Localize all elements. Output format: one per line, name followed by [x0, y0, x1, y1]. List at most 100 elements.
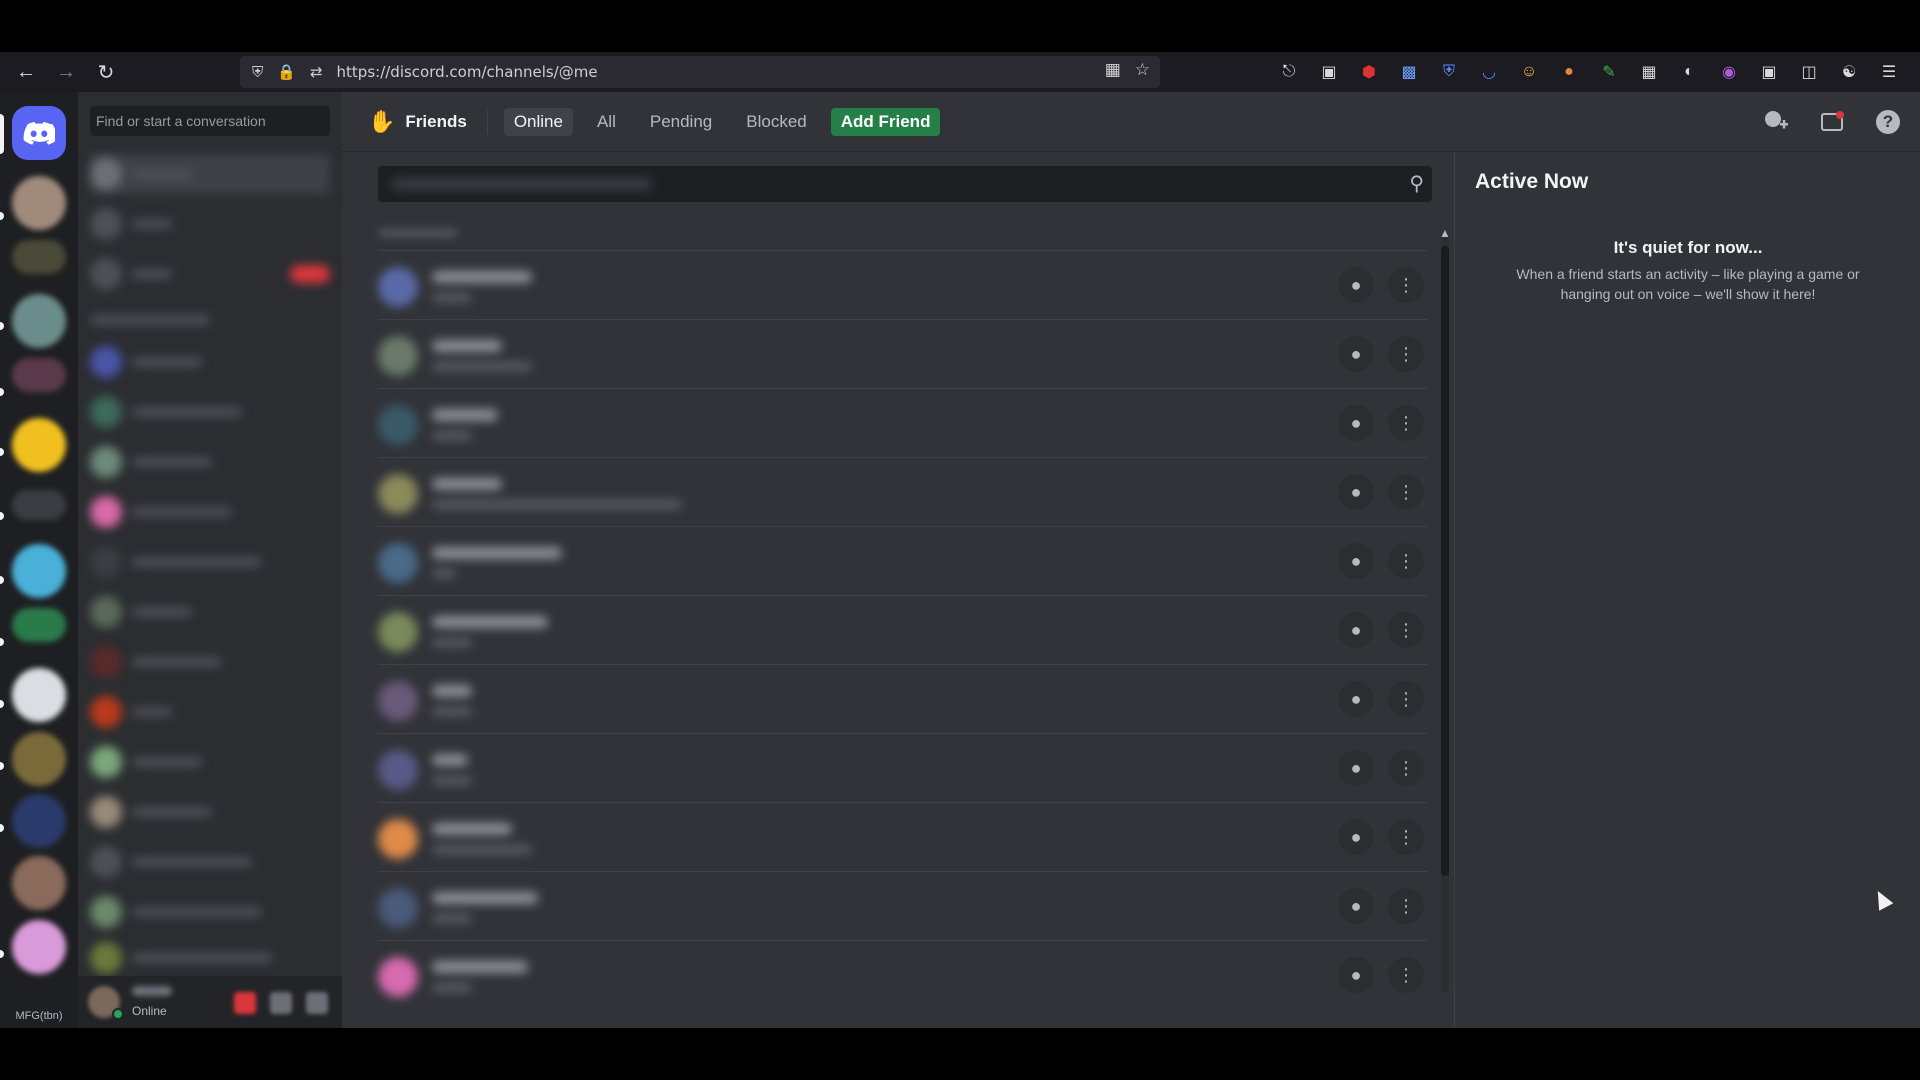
- list-item[interactable]: [90, 492, 232, 532]
- list-item[interactable]: [90, 204, 172, 244]
- more-options-icon[interactable]: ⋮: [1388, 681, 1424, 717]
- conversation-search-input[interactable]: Find or start a conversation: [90, 106, 330, 136]
- tampermonkey-icon[interactable]: ●: [1555, 58, 1583, 86]
- list-item[interactable]: [90, 254, 330, 294]
- back-arrow-icon[interactable]: ←: [6, 52, 46, 92]
- tab-pending[interactable]: Pending: [640, 108, 722, 136]
- table-row[interactable]: ● ⋮: [378, 940, 1428, 1009]
- qr-code-icon[interactable]: ▦: [1105, 60, 1121, 80]
- server-icon[interactable]: [12, 856, 66, 910]
- add-friend-button[interactable]: Add Friend: [830, 107, 941, 136]
- server-icon[interactable]: [12, 490, 66, 520]
- emoji-extension-icon[interactable]: ☺: [1515, 58, 1543, 86]
- contrast-icon[interactable]: ◐: [1675, 58, 1703, 86]
- message-icon[interactable]: ●: [1338, 819, 1374, 855]
- permissions-icon[interactable]: ⇄: [310, 63, 323, 81]
- list-item[interactable]: [90, 392, 242, 432]
- reload-icon[interactable]: ↻: [86, 52, 126, 92]
- server-icon[interactable]: [12, 732, 66, 786]
- scroll-up-arrow-icon[interactable]: ▲: [1439, 226, 1451, 240]
- list-item[interactable]: [90, 342, 202, 382]
- bookmark-star-icon[interactable]: ☆: [1135, 60, 1150, 80]
- settings-gear-icon[interactable]: [306, 992, 328, 1014]
- more-options-icon[interactable]: ⋮: [1388, 957, 1424, 993]
- extensions-puzzle-icon[interactable]: ▣: [1315, 58, 1343, 86]
- scroll-thumb[interactable]: [1441, 246, 1449, 876]
- sidebar-icon[interactable]: ◫: [1795, 58, 1823, 86]
- table-row[interactable]: ● ⋮: [378, 250, 1428, 319]
- server-icon[interactable]: [12, 240, 66, 274]
- list-item[interactable]: [90, 792, 212, 832]
- message-icon[interactable]: ●: [1338, 957, 1374, 993]
- list-item[interactable]: [90, 154, 330, 194]
- tab-all[interactable]: All: [587, 108, 626, 136]
- more-options-icon[interactable]: ⋮: [1388, 750, 1424, 786]
- server-icon[interactable]: [12, 418, 66, 472]
- server-icon[interactable]: [12, 608, 66, 642]
- more-options-icon[interactable]: ⋮: [1388, 405, 1424, 441]
- table-row[interactable]: ● ⋮: [378, 802, 1428, 871]
- address-bar[interactable]: ⛨ 🔒 ⇄ https://discord.com/channels/@me ▦…: [240, 56, 1160, 88]
- table-row[interactable]: ● ⋮: [378, 388, 1428, 457]
- table-row[interactable]: ● ⋮: [378, 319, 1428, 388]
- message-icon[interactable]: ●: [1338, 612, 1374, 648]
- server-icon[interactable]: [12, 176, 66, 230]
- server-icon[interactable]: [12, 668, 66, 722]
- friends-search-input[interactable]: ⚲: [378, 166, 1432, 202]
- table-row[interactable]: ● ⋮: [378, 871, 1428, 940]
- hamburger-menu-icon[interactable]: ☰: [1875, 58, 1903, 86]
- privacy-badger-icon[interactable]: ◉: [1715, 58, 1743, 86]
- message-icon[interactable]: ●: [1338, 405, 1374, 441]
- direct-messages-home-button[interactable]: [12, 106, 66, 160]
- mute-microphone-icon[interactable]: [234, 992, 256, 1014]
- message-icon[interactable]: ●: [1338, 681, 1374, 717]
- message-icon[interactable]: ●: [1338, 543, 1374, 579]
- message-icon[interactable]: ●: [1338, 474, 1374, 510]
- table-row[interactable]: ● ⋮: [378, 457, 1428, 526]
- more-options-icon[interactable]: ⋮: [1388, 336, 1424, 372]
- list-item[interactable]: [90, 842, 252, 882]
- list-item[interactable]: [90, 742, 202, 782]
- server-icon[interactable]: [12, 358, 66, 392]
- server-icon[interactable]: [12, 544, 66, 598]
- tab-online[interactable]: Online: [503, 107, 573, 136]
- forward-arrow-icon[interactable]: →: [46, 52, 86, 92]
- grid-apps-icon[interactable]: ▦: [1635, 58, 1663, 86]
- ublock-origin-icon[interactable]: ⬢: [1355, 58, 1383, 86]
- table-row[interactable]: ● ⋮: [378, 664, 1428, 733]
- server-icon[interactable]: [12, 794, 66, 848]
- more-options-icon[interactable]: ⋮: [1388, 819, 1424, 855]
- table-row[interactable]: ● ⋮: [378, 733, 1428, 802]
- headphones-icon[interactable]: [270, 992, 292, 1014]
- server-icon[interactable]: [12, 920, 66, 974]
- list-item[interactable]: [90, 692, 172, 732]
- message-icon[interactable]: ●: [1338, 336, 1374, 372]
- url-text[interactable]: https://discord.com/channels/@me: [337, 63, 598, 81]
- message-icon[interactable]: ●: [1338, 888, 1374, 924]
- more-options-icon[interactable]: ⋮: [1388, 612, 1424, 648]
- shield-icon[interactable]: ⛨: [252, 64, 263, 81]
- list-item[interactable]: [90, 542, 262, 582]
- more-options-icon[interactable]: ⋮: [1388, 474, 1424, 510]
- translate-icon[interactable]: ▩: [1395, 58, 1423, 86]
- list-item[interactable]: [90, 642, 222, 682]
- server-icon[interactable]: [12, 294, 66, 348]
- friends-scrollbar[interactable]: ▲: [1437, 226, 1451, 992]
- help-icon[interactable]: ?: [1874, 108, 1902, 136]
- list-item[interactable]: [90, 442, 212, 482]
- list-item[interactable]: [90, 592, 192, 632]
- list-item[interactable]: [90, 938, 272, 978]
- inbox-icon[interactable]: [1818, 108, 1846, 136]
- tab-blocked[interactable]: Blocked: [736, 108, 816, 136]
- green-note-icon[interactable]: ✎: [1595, 58, 1623, 86]
- message-icon[interactable]: ●: [1338, 750, 1374, 786]
- bitwarden-icon[interactable]: ⛨: [1435, 58, 1463, 86]
- message-icon[interactable]: ●: [1338, 267, 1374, 303]
- lock-icon[interactable]: 🔒: [277, 63, 296, 81]
- new-group-dm-icon[interactable]: [1762, 108, 1790, 136]
- save-to-pocket-icon[interactable]: ⎋: [1275, 58, 1303, 86]
- profile-icon[interactable]: ☯: [1835, 58, 1863, 86]
- more-options-icon[interactable]: ⋮: [1388, 267, 1424, 303]
- picture-in-picture-icon[interactable]: ▣: [1755, 58, 1783, 86]
- table-row[interactable]: ● ⋮: [378, 526, 1428, 595]
